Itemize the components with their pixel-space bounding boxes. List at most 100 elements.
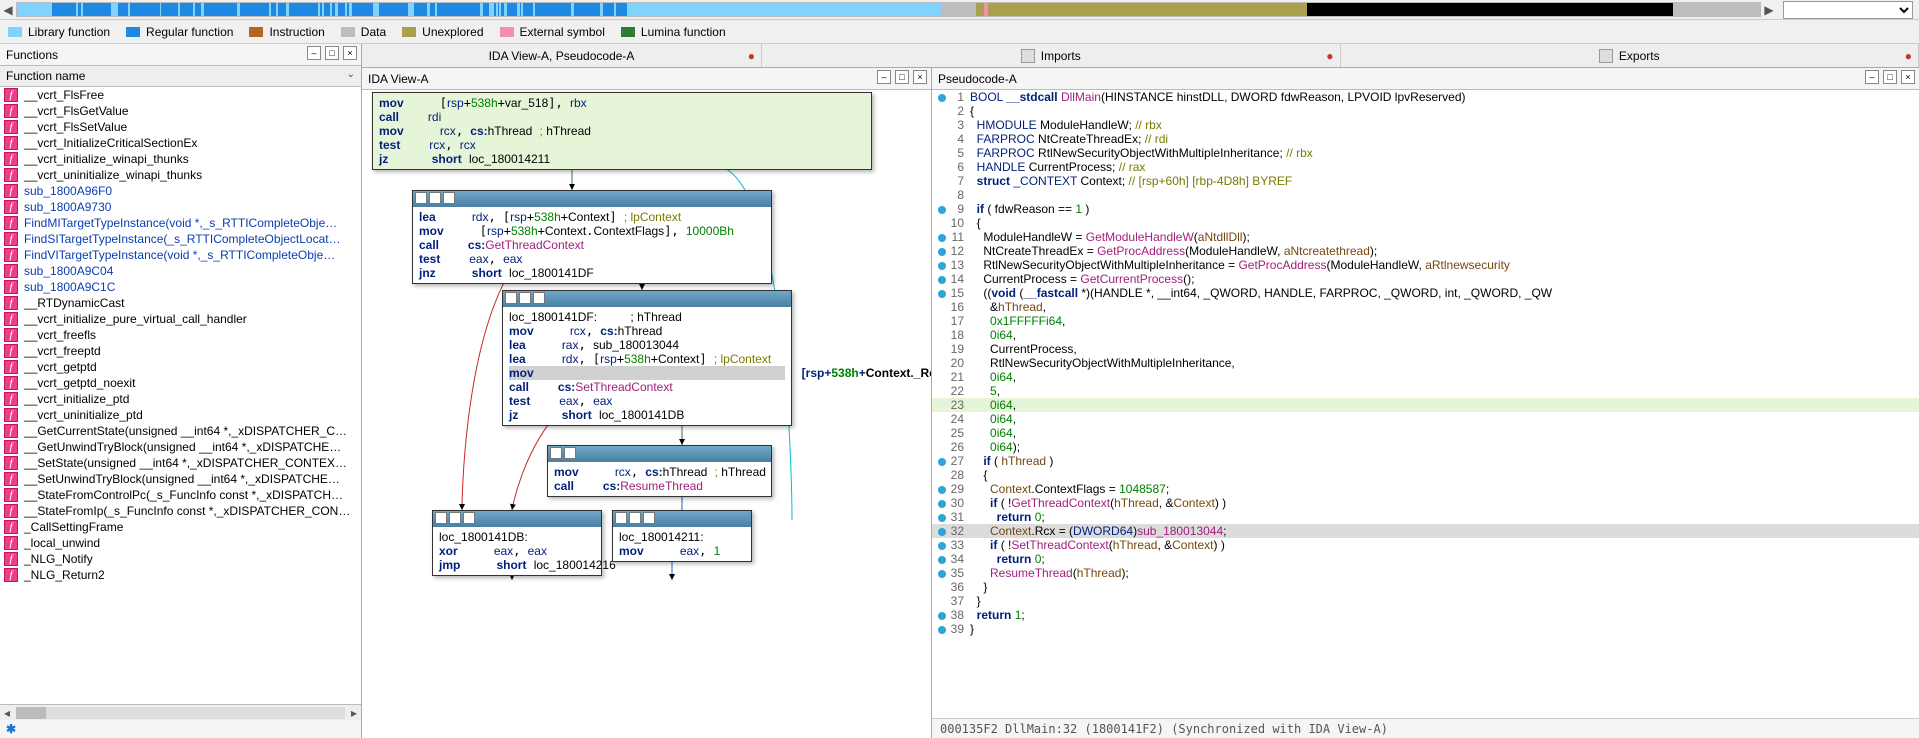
pseudo-line[interactable]: 10 {: [932, 216, 1919, 230]
pseudo-line[interactable]: 31 return 0;: [932, 510, 1919, 524]
pseudo-close-icon[interactable]: ×: [1901, 70, 1915, 84]
pseudo-line[interactable]: 19 CurrentProcess,: [932, 342, 1919, 356]
graph-node[interactable]: loc_180014211: mov eax, 1: [612, 510, 752, 562]
function-row[interactable]: f__RTDynamicCast: [0, 295, 361, 311]
function-row[interactable]: f__vcrt_initialize_winapi_thunks: [0, 151, 361, 167]
pseudo-line[interactable]: 16 &hThread,: [932, 300, 1919, 314]
pseudo-line[interactable]: 15 ((void (__fastcall *)(HANDLE *, __int…: [932, 286, 1919, 300]
graph-node[interactable]: loc_1800141DF: ; hThread mov rcx, cs:hTh…: [502, 290, 792, 426]
function-row[interactable]: f__SetUnwindTryBlock(unsigned __int64 *,…: [0, 471, 361, 487]
function-row[interactable]: f__vcrt_uninitialize_winapi_thunks: [0, 167, 361, 183]
breakpoint-dot-icon[interactable]: [938, 290, 946, 298]
pseudo-line[interactable]: 23 0i64,: [932, 398, 1919, 412]
breakpoint-dot-icon[interactable]: [938, 570, 946, 578]
function-row[interactable]: fsub_1800A9C04: [0, 263, 361, 279]
function-row[interactable]: f__vcrt_FlsFree: [0, 87, 361, 103]
pseudo-line[interactable]: 3 HMODULE ModuleHandleW; // rbx: [932, 118, 1919, 132]
pseudo-line[interactable]: 28 {: [932, 468, 1919, 482]
breakpoint-dot-icon[interactable]: [938, 248, 946, 256]
function-row[interactable]: f__vcrt_getptd: [0, 359, 361, 375]
tab-exports[interactable]: Exports ●: [1341, 44, 1919, 67]
function-row[interactable]: f__GetUnwindTryBlock(unsigned __int64 *,…: [0, 439, 361, 455]
idaview-restore-icon[interactable]: □: [895, 70, 909, 84]
function-row[interactable]: f__vcrt_FlsSetValue: [0, 119, 361, 135]
pseudocode-view[interactable]: 1BOOL __stdcall DllMain(HINSTANCE hinstD…: [932, 90, 1919, 718]
tab-imports[interactable]: Imports ●: [762, 44, 1341, 67]
pseudo-line[interactable]: 25 0i64,: [932, 426, 1919, 440]
pseudo-line[interactable]: 9 if ( fdwReason == 1 ): [932, 202, 1919, 216]
close-icon[interactable]: ●: [1326, 49, 1333, 63]
functions-hscroll[interactable]: ◂▸: [0, 704, 361, 720]
graph-node[interactable]: lea rdx, [rsp+538h+Context] ; lpContext …: [412, 190, 772, 284]
pseudo-line[interactable]: 35 ResumeThread(hThread);: [932, 566, 1919, 580]
pseudo-line[interactable]: 13 RtlNewSecurityObjectWithMultipleInher…: [932, 258, 1919, 272]
function-row[interactable]: fsub_1800A9730: [0, 199, 361, 215]
functions-min-icon[interactable]: –: [307, 46, 321, 60]
function-row[interactable]: fsub_1800A9C1C: [0, 279, 361, 295]
function-row[interactable]: fFindSITargetTypeInstance(_s_RTTIComplet…: [0, 231, 361, 247]
function-row[interactable]: fFindMITargetTypeInstance(void *,_s_RTTI…: [0, 215, 361, 231]
function-row[interactable]: f__SetState(unsigned __int64 *,_xDISPATC…: [0, 455, 361, 471]
breakpoint-dot-icon[interactable]: [938, 458, 946, 466]
graph-view[interactable]: mov [rsp+538h+var_518], rbx call rdi mov…: [362, 90, 931, 738]
breakpoint-dot-icon[interactable]: [938, 612, 946, 620]
pseudo-line[interactable]: 26 0i64);: [932, 440, 1919, 454]
pseudo-line[interactable]: 8: [932, 188, 1919, 202]
pseudo-line[interactable]: 30 if ( !GetThreadContext(hThread, &Cont…: [932, 496, 1919, 510]
pseudo-line[interactable]: 11 ModuleHandleW = GetModuleHandleW(aNtd…: [932, 230, 1919, 244]
close-icon[interactable]: ●: [1905, 49, 1912, 63]
tab-idaview-pseudo[interactable]: IDA View-A, Pseudocode-A ●: [362, 44, 762, 67]
functions-restore-icon[interactable]: □: [325, 46, 339, 60]
graph-node[interactable]: mov [rsp+538h+var_518], rbx call rdi mov…: [372, 92, 872, 170]
graph-node[interactable]: loc_1800141DB: xor eax, eax jmp short lo…: [432, 510, 602, 576]
pseudo-line[interactable]: 2{: [932, 104, 1919, 118]
pseudo-line[interactable]: 12 NtCreateThreadEx = GetProcAddress(Mod…: [932, 244, 1919, 258]
pseudo-line[interactable]: 24 0i64,: [932, 412, 1919, 426]
breakpoint-dot-icon[interactable]: [938, 486, 946, 494]
breakpoint-dot-icon[interactable]: [938, 626, 946, 634]
pseudo-line[interactable]: 39}: [932, 622, 1919, 636]
pseudo-line[interactable]: 22 5,: [932, 384, 1919, 398]
pseudo-line[interactable]: 33 if ( !SetThreadContext(hThread, &Cont…: [932, 538, 1919, 552]
overview-combo[interactable]: [1783, 1, 1913, 19]
close-icon[interactable]: ●: [748, 49, 755, 63]
pseudo-line[interactable]: 21 0i64,: [932, 370, 1919, 384]
function-row[interactable]: f__StateFromControlPc(_s_FuncInfo const …: [0, 487, 361, 503]
breakpoint-dot-icon[interactable]: [938, 556, 946, 564]
function-row[interactable]: f_NLG_Return2: [0, 567, 361, 583]
function-row[interactable]: f__vcrt_freeptd: [0, 343, 361, 359]
function-row[interactable]: f_CallSettingFrame: [0, 519, 361, 535]
pseudo-line[interactable]: 5 FARPROC RtlNewSecurityObjectWithMultip…: [932, 146, 1919, 160]
function-row[interactable]: f__vcrt_freefls: [0, 327, 361, 343]
pseudo-line[interactable]: 17 0x1FFFFFi64,: [932, 314, 1919, 328]
graph-node[interactable]: mov rcx, cs:hThread ; hThread call cs:Re…: [547, 445, 772, 497]
breakpoint-dot-icon[interactable]: [938, 206, 946, 214]
functions-column-header[interactable]: Function name ⌄: [0, 66, 361, 87]
function-row[interactable]: f__vcrt_InitializeCriticalSectionEx: [0, 135, 361, 151]
function-row[interactable]: f__vcrt_initialize_ptd: [0, 391, 361, 407]
breakpoint-dot-icon[interactable]: [938, 276, 946, 284]
pseudo-line[interactable]: 27 if ( hThread ): [932, 454, 1919, 468]
breakpoint-dot-icon[interactable]: [938, 514, 946, 522]
breakpoint-dot-icon[interactable]: [938, 262, 946, 270]
breakpoint-dot-icon[interactable]: [938, 500, 946, 508]
function-row[interactable]: f_local_unwind: [0, 535, 361, 551]
pseudo-line[interactable]: 7 struct _CONTEXT Context; // [rsp+60h] …: [932, 174, 1919, 188]
pseudo-line[interactable]: 32 Context.Rcx = (DWORD64)sub_180013044;: [932, 524, 1919, 538]
function-row[interactable]: f__vcrt_FlsGetValue: [0, 103, 361, 119]
idaview-min-icon[interactable]: –: [877, 70, 891, 84]
idaview-close-icon[interactable]: ×: [913, 70, 927, 84]
function-row[interactable]: f__StateFromIp(_s_FuncInfo const *,_xDIS…: [0, 503, 361, 519]
function-row[interactable]: f__vcrt_getptd_noexit: [0, 375, 361, 391]
functions-list[interactable]: f__vcrt_FlsFreef__vcrt_FlsGetValuef__vcr…: [0, 87, 361, 704]
pseudo-line[interactable]: 36 }: [932, 580, 1919, 594]
pseudo-line[interactable]: 6 HANDLE CurrentProcess; // rax: [932, 160, 1919, 174]
function-row[interactable]: f_NLG_Notify: [0, 551, 361, 567]
pseudo-line[interactable]: 4 FARPROC NtCreateThreadEx; // rdi: [932, 132, 1919, 146]
function-row[interactable]: f__vcrt_initialize_pure_virtual_call_han…: [0, 311, 361, 327]
pseudo-line[interactable]: 29 Context.ContextFlags = 1048587;: [932, 482, 1919, 496]
function-row[interactable]: f__GetCurrentState(unsigned __int64 *,_x…: [0, 423, 361, 439]
pseudo-line[interactable]: 14 CurrentProcess = GetCurrentProcess();: [932, 272, 1919, 286]
overview-bar[interactable]: [16, 2, 1761, 17]
breakpoint-dot-icon[interactable]: [938, 528, 946, 536]
